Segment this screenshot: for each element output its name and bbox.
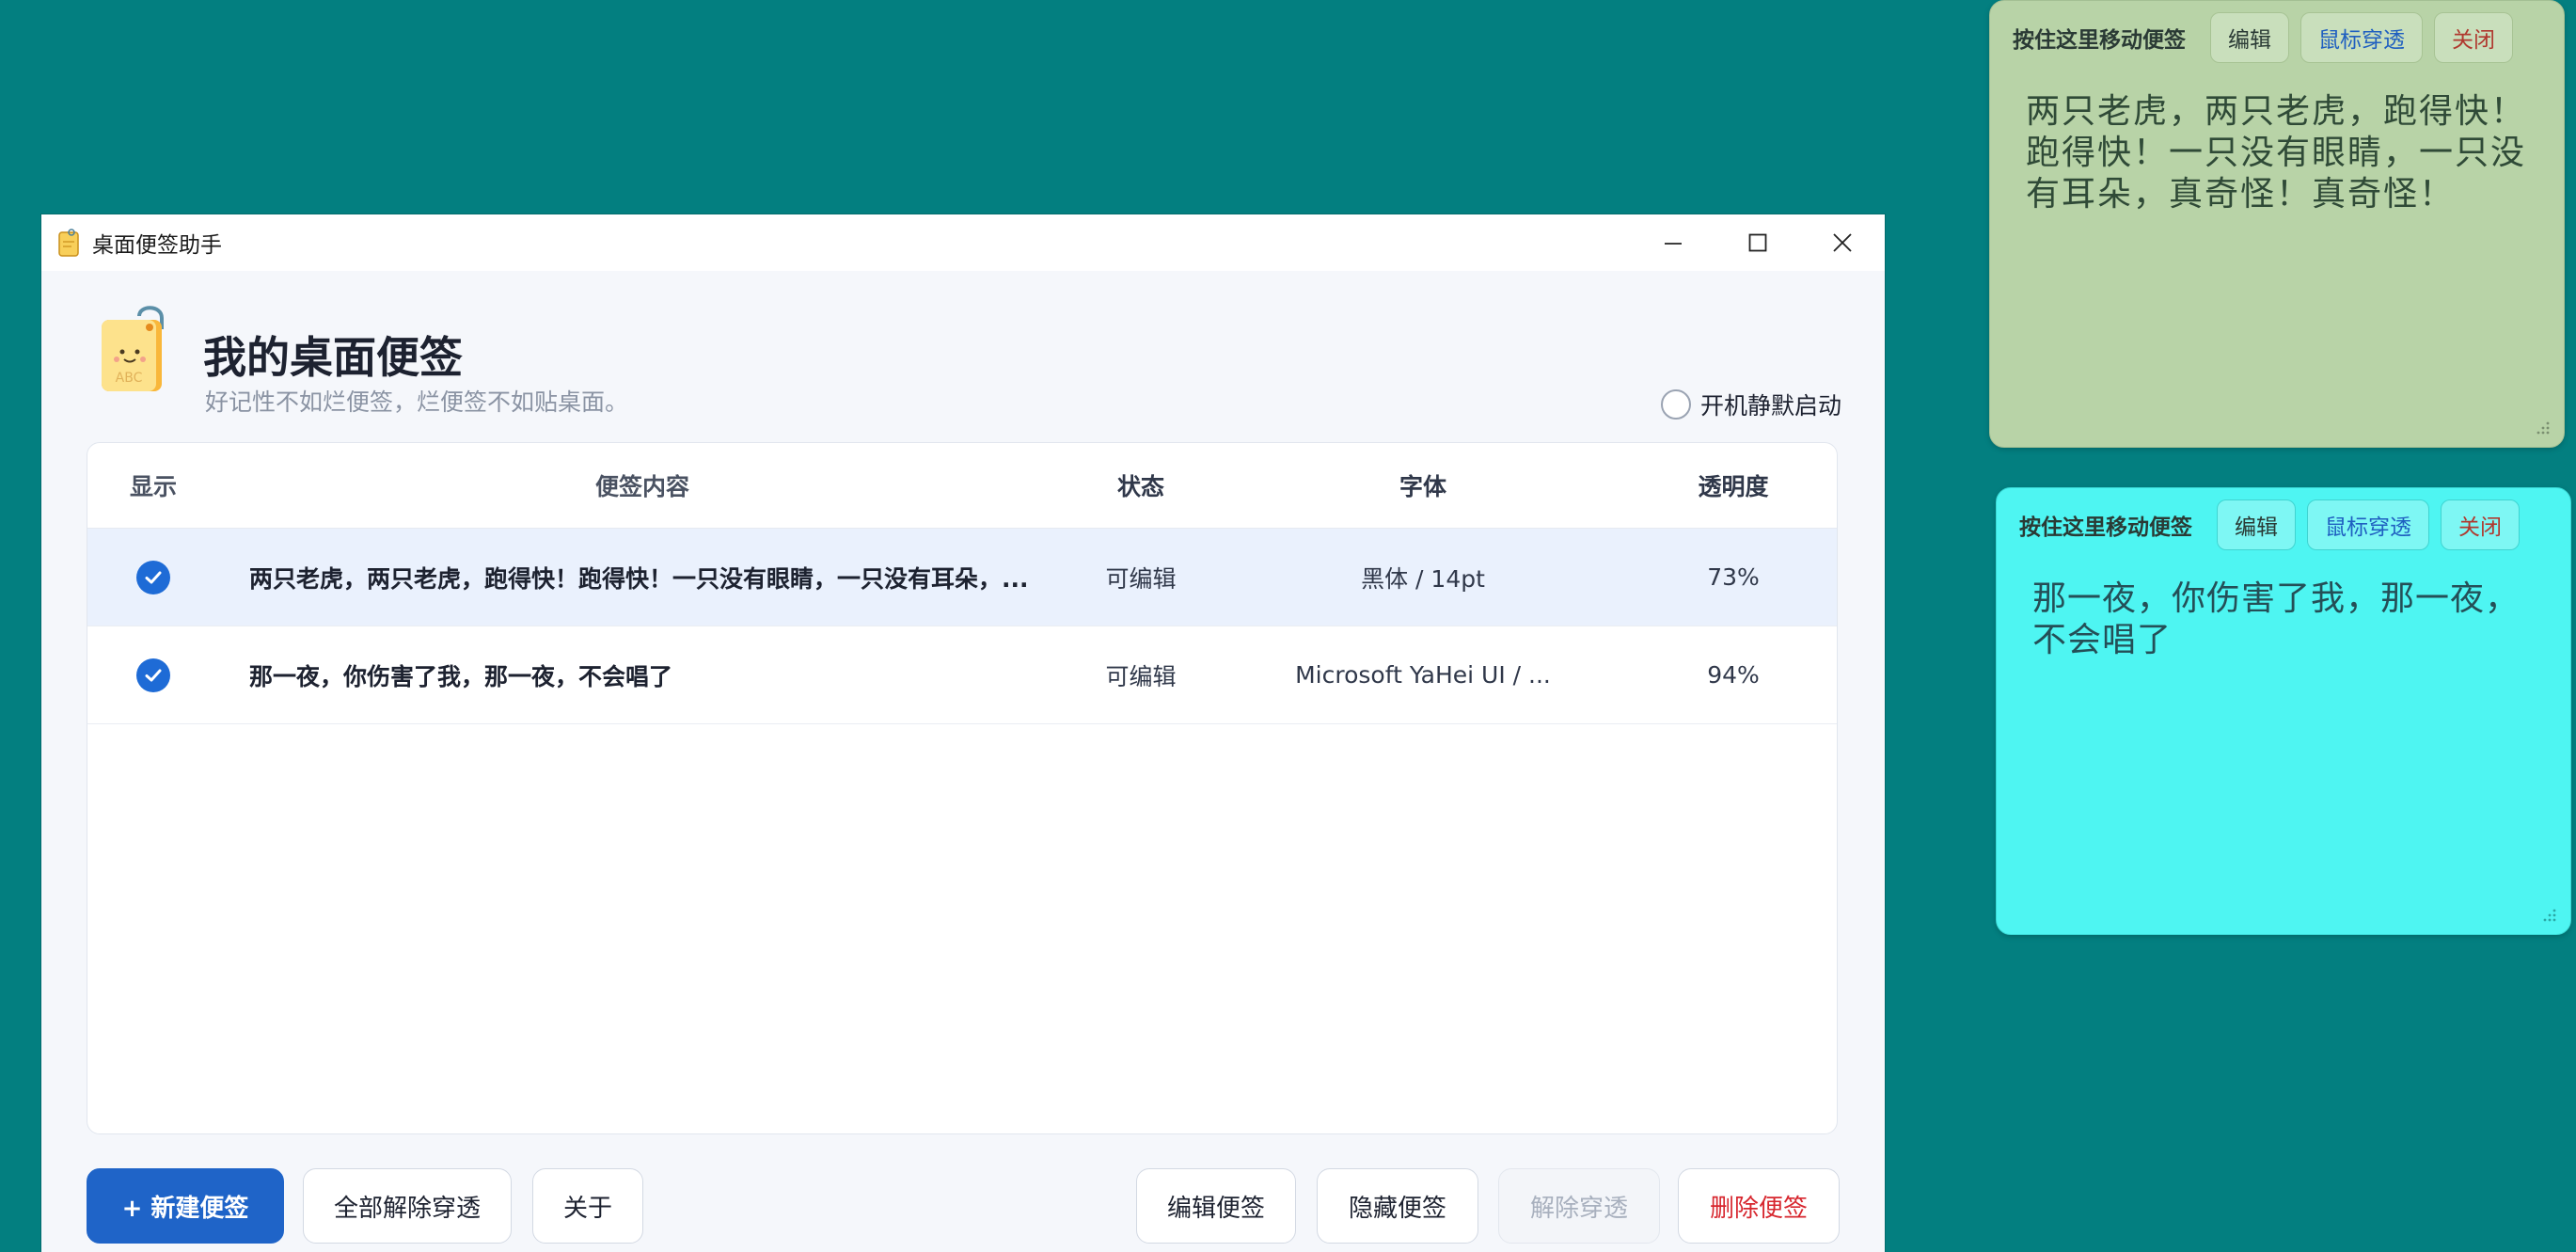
main-window: 桌面便签助手 ABC 我的桌面便签 好记性不如烂便签，烂便签不如贴桌面。 开机静…	[41, 214, 1885, 1252]
startup-toggle[interactable]: 开机静默启动	[1660, 388, 1841, 421]
note-drag-bar[interactable]: 按住这里移动便签 编辑 鼠标穿透 关闭	[1997, 488, 2570, 562]
note-close-button[interactable]: 关闭	[2441, 499, 2520, 550]
release-all-button[interactable]: 全部解除穿透	[303, 1168, 512, 1244]
checkmark-icon	[145, 571, 162, 583]
close-button[interactable]	[1800, 214, 1885, 271]
resize-grip-icon[interactable]	[2542, 908, 2557, 923]
row-status: 可编辑	[1105, 564, 1177, 593]
col-content[interactable]: 便签内容	[219, 468, 1066, 502]
row-content: 两只老虎，两只老虎，跑得快！跑得快！一只没有眼睛，一只没有耳朵，...	[249, 564, 1029, 593]
col-opacity[interactable]: 透明度	[1630, 468, 1837, 502]
note-passthrough-button[interactable]: 鼠标穿透	[2307, 499, 2429, 550]
table-row[interactable]: 那一夜，你伤害了我，那一夜，不会唱了 可编辑 Microsoft YaHei U…	[87, 626, 1837, 724]
col-font[interactable]: 字体	[1216, 468, 1630, 502]
checkmark-icon	[145, 669, 162, 681]
page-title: 我的桌面便签	[203, 332, 463, 383]
hide-note-button[interactable]: 隐藏便签	[1317, 1168, 1478, 1244]
sticky-note: 按住这里移动便签 编辑 鼠标穿透 关闭 两只老虎，两只老虎，跑得快！跑得快！一只…	[1989, 0, 2565, 448]
edit-note-button[interactable]: 编辑便签	[1136, 1168, 1296, 1244]
delete-note-button[interactable]: 删除便签	[1678, 1168, 1840, 1244]
startup-radio[interactable]	[1660, 389, 1691, 420]
note-text[interactable]: 两只老虎，两只老虎，跑得快！跑得快！一只没有眼睛，一只没有耳朵，真奇怪！真奇怪！	[1990, 74, 2564, 215]
sticky-note: 按住这里移动便签 编辑 鼠标穿透 关闭 那一夜，你伤害了我，那一夜，不会唱了	[1996, 487, 2571, 935]
startup-label: 开机静默启动	[1699, 392, 1841, 420]
note-drag-label[interactable]: 按住这里移动便签	[2013, 22, 2186, 54]
note-edit-button[interactable]: 编辑	[2217, 499, 2296, 550]
resize-grip-icon[interactable]	[2536, 420, 2551, 436]
col-show[interactable]: 显示	[87, 468, 219, 502]
release-passthrough-button[interactable]: 解除穿透	[1498, 1168, 1660, 1244]
visible-checkbox[interactable]	[136, 560, 170, 594]
about-button[interactable]: 关于	[532, 1168, 643, 1244]
minimize-button[interactable]	[1631, 214, 1715, 271]
note-edit-button[interactable]: 编辑	[2210, 12, 2289, 63]
app-header: ABC 我的桌面便签 好记性不如烂便签，烂便签不如贴桌面。 开机静默启动	[41, 271, 1885, 440]
notes-table: 显示 便签内容 状态 字体 透明度 两只老虎，两只老虎，跑得快！跑得快！一只没有…	[87, 442, 1838, 1134]
note-close-button[interactable]: 关闭	[2434, 12, 2513, 63]
row-visible-cell	[87, 560, 219, 594]
note-drag-bar[interactable]: 按住这里移动便签 编辑 鼠标穿透 关闭	[1990, 1, 2564, 74]
row-visible-cell	[87, 658, 219, 692]
close-icon	[1833, 233, 1852, 252]
note-passthrough-button[interactable]: 鼠标穿透	[2300, 12, 2423, 63]
row-status: 可编辑	[1105, 662, 1177, 690]
row-opacity: 94%	[1707, 661, 1760, 689]
row-font: Microsoft YaHei UI / ...	[1295, 661, 1551, 689]
row-font: 黑体 / 14pt	[1361, 564, 1485, 593]
table-row[interactable]: 两只老虎，两只老虎，跑得快！跑得快！一只没有眼睛，一只没有耳朵，... 可编辑 …	[87, 529, 1837, 626]
visible-checkbox[interactable]	[136, 658, 170, 692]
row-content: 那一夜，你伤害了我，那一夜，不会唱了	[249, 662, 673, 690]
col-status[interactable]: 状态	[1066, 468, 1216, 502]
note-text[interactable]: 那一夜，你伤害了我，那一夜，不会唱了	[1997, 562, 2570, 661]
row-opacity: 73%	[1707, 563, 1760, 591]
new-note-button[interactable]: + 新建便签	[87, 1168, 284, 1244]
maximize-icon	[1748, 233, 1767, 252]
maximize-button[interactable]	[1715, 214, 1800, 271]
window-controls	[1631, 214, 1885, 271]
notepad-logo-icon: ABC	[96, 303, 171, 397]
app-icon	[58, 229, 79, 257]
table-header: 显示 便签内容 状态 字体 透明度	[87, 443, 1837, 529]
window-title: 桌面便签助手	[92, 233, 222, 258]
title-bar[interactable]: 桌面便签助手	[41, 214, 1885, 271]
page-subtitle: 好记性不如烂便签，烂便签不如贴桌面。	[205, 388, 629, 416]
svg-text:ABC: ABC	[116, 371, 143, 386]
note-drag-label[interactable]: 按住这里移动便签	[2019, 509, 2192, 541]
minimize-icon	[1665, 243, 1682, 245]
